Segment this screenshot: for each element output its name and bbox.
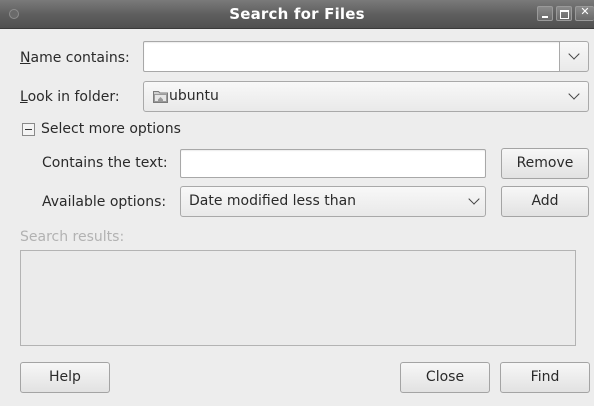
minimize-icon [542, 16, 548, 18]
available-options-label: Available options: [42, 194, 166, 210]
title-bar[interactable]: Search for Files ✕ [0, 0, 594, 29]
look-in-folder-label-text: ook in folder: [27, 89, 120, 105]
available-options-value: Date modified less than [189, 193, 357, 209]
remove-button-label: Remove [516, 155, 574, 171]
search-for-files-window: Search for Files ✕ Name contains: Look i… [0, 0, 594, 406]
look-in-folder-mnemonic: L [20, 89, 28, 105]
name-contains-label-text: ame contains: [30, 50, 130, 66]
more-options-label-text: Select more options [41, 121, 181, 137]
contains-text-label-text: Contains the text: [42, 155, 168, 171]
minimize-button[interactable] [537, 6, 553, 21]
chevron-down-icon [568, 48, 580, 60]
collapse-icon [25, 129, 32, 130]
maximize-button[interactable] [556, 6, 572, 21]
name-contains-dropdown-button[interactable] [559, 41, 589, 72]
add-button-label: Add [531, 193, 559, 209]
available-options-label-text: Available options: [42, 194, 167, 210]
window-title: Search for Files [229, 5, 365, 23]
more-options-toggle[interactable] [22, 123, 35, 136]
close-icon: ✕ [580, 5, 590, 18]
look-in-folder-label: Look in folder: [20, 89, 120, 105]
name-contains-input[interactable] [143, 41, 561, 72]
contains-text-label: Contains the text: [42, 155, 168, 171]
search-results-label: Search results: [20, 229, 124, 245]
help-button-label: Help [49, 369, 81, 385]
contains-text-input[interactable] [180, 149, 486, 178]
maximize-icon [560, 10, 569, 19]
close-window-button[interactable]: ✕ [575, 5, 594, 21]
available-options-select[interactable]: Date modified less than [180, 186, 486, 217]
name-contains-mnemonic: N [20, 50, 31, 66]
name-contains-label: Name contains: [20, 50, 130, 66]
chevron-down-icon [568, 88, 580, 100]
search-results-label-text: Search results: [20, 229, 125, 245]
close-button-label: Close [425, 369, 465, 385]
chevron-down-icon [468, 193, 480, 205]
look-in-folder-select[interactable]: ubuntu [143, 81, 589, 112]
search-results-list[interactable] [20, 250, 576, 346]
close-button[interactable]: Close [400, 362, 490, 393]
remove-button[interactable]: Remove [501, 148, 589, 179]
folder-icon [153, 91, 168, 103]
find-button-label: Find [530, 369, 560, 385]
find-button[interactable]: Find [500, 362, 590, 393]
help-button[interactable]: Help [20, 362, 110, 393]
look-in-folder-value: ubuntu [169, 88, 219, 104]
add-button[interactable]: Add [501, 186, 589, 217]
more-options-label[interactable]: Select more options [41, 121, 181, 137]
